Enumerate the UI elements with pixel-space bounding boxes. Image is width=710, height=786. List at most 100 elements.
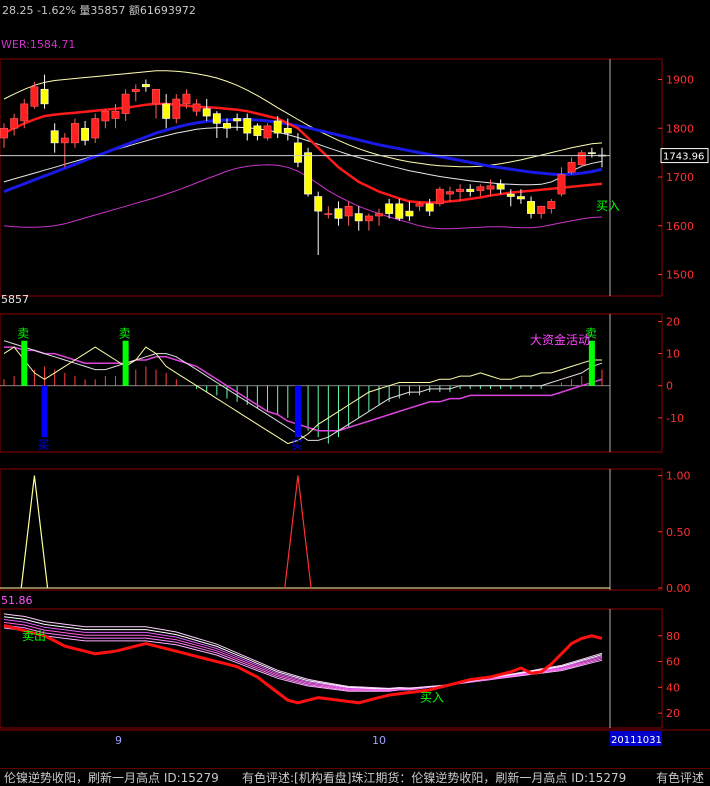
candle-body	[385, 203, 394, 214]
sell-signal-bar	[122, 340, 129, 386]
candle-body	[162, 103, 171, 119]
candle-body	[283, 127, 292, 134]
current-price-value: 1743.96	[663, 152, 704, 163]
candle-body	[344, 205, 353, 217]
time-axis-label: 10	[372, 734, 386, 747]
candle-body	[131, 88, 140, 92]
candle-body	[212, 113, 221, 124]
axis-tick-label: 1600	[666, 220, 694, 233]
candle-body	[476, 186, 485, 191]
buy-signal-label: 买	[291, 438, 303, 452]
candle-body	[537, 205, 546, 214]
signal-spike-yellow	[20, 475, 49, 589]
sell-signal-label: 卖	[17, 327, 29, 341]
buy-signal-label: 买	[38, 438, 50, 452]
candle-body	[364, 215, 373, 222]
candle-body	[304, 152, 313, 195]
news-ticker[interactable]: 伦镍逆势收阳，刷新一月高点 ID:15279 有色评述:[机构看盘]珠江期货：伦…	[0, 768, 710, 786]
axis-tick-label: 1900	[666, 74, 694, 87]
candle-body	[466, 188, 475, 192]
macd-magenta-line	[4, 346, 603, 432]
sell-out-label: 卖出	[22, 629, 46, 643]
buy-in-label: 买入	[420, 691, 444, 705]
axis-tick-label: 1700	[666, 171, 694, 184]
candle-body	[456, 188, 465, 192]
candle-body	[20, 103, 29, 122]
time-axis-band	[0, 730, 710, 748]
big-fund-label: 大资金活动	[530, 332, 590, 347]
buy-signal-bar	[294, 385, 301, 438]
candle-body	[547, 201, 556, 209]
candle-body	[334, 208, 343, 219]
candle-body	[182, 93, 191, 105]
candle-body	[30, 86, 39, 107]
candle-body	[233, 118, 242, 122]
candle-body	[395, 203, 404, 219]
candle-body	[405, 210, 414, 217]
sell-signal-label: 卖	[119, 327, 131, 341]
candle-body	[243, 118, 252, 134]
macd-label: 5857	[1, 293, 29, 306]
axis-tick-label: 1.00	[666, 470, 691, 483]
axis-tick-label: 20	[666, 707, 680, 720]
price-indicator-label: WER:1584.71	[1, 38, 75, 51]
candle-body	[121, 93, 130, 114]
axis-tick-label: 1500	[666, 269, 694, 282]
axis-tick-label: 60	[666, 656, 680, 669]
axis-tick-label: 80	[666, 630, 680, 643]
candle-body	[446, 191, 454, 195]
candle-body	[172, 98, 181, 119]
candle-body	[354, 213, 363, 222]
candle-body	[253, 125, 262, 136]
pane-frame	[0, 468, 663, 591]
candle-body	[40, 88, 49, 105]
candle-body	[50, 130, 59, 144]
candle-body	[577, 152, 586, 166]
candle-body	[152, 88, 160, 105]
candle-body	[425, 203, 434, 212]
candle-body	[324, 213, 333, 215]
buy-signal-bar	[41, 385, 48, 438]
candle-body	[273, 120, 282, 134]
time-axis-label: 9	[115, 734, 122, 747]
axis-tick-label: -10	[666, 412, 684, 425]
ticker-text-1: 伦镍逆势收阳，刷新一月高点 ID:15279	[4, 771, 219, 785]
axis-tick-label: 0	[666, 380, 673, 393]
ticker-text-3: 有色评述	[656, 771, 705, 785]
axis-tick-label: 40	[666, 681, 680, 694]
oscillator-main-line	[3, 624, 603, 705]
candle-body	[527, 201, 535, 214]
oscillator-label: 51.86	[1, 594, 33, 607]
axis-tick-label: 1800	[666, 122, 694, 135]
candle-body	[141, 84, 150, 88]
ticker-text-2: 有色评述:[机构看盘]珠江期货：伦镍逆势收阳，刷新一月高点 ID:15279	[242, 771, 627, 785]
candle-body	[435, 188, 444, 205]
candle-body	[516, 196, 525, 200]
axis-tick-label: 20	[666, 315, 680, 328]
candle-body	[223, 123, 231, 129]
candle-body	[202, 108, 211, 117]
candle-body	[0, 127, 8, 139]
candle-body	[557, 174, 566, 195]
candle-body	[71, 123, 79, 144]
candle-body	[91, 118, 100, 139]
candle-body	[111, 110, 120, 119]
candle-body	[314, 196, 323, 212]
candle-body	[192, 103, 201, 112]
candle-body	[496, 184, 505, 190]
candle-body	[10, 118, 19, 129]
sell-signal-bar	[588, 340, 595, 386]
chart-canvas: WER:1584.71 5857 51.86 买入 卖卖卖买 买大资金活动 卖出买…	[0, 38, 710, 748]
candle-body	[567, 162, 576, 173]
candle-body	[375, 213, 383, 217]
candle-body	[506, 193, 515, 197]
quote-text: 28.25 -1.62% 量35857 额61693972	[2, 4, 196, 17]
candle-body	[486, 185, 495, 190]
sell-signal-bar	[21, 340, 28, 386]
candle-body	[293, 142, 302, 163]
quote-header: 28.25 -1.62% 量35857 额61693972	[0, 0, 710, 18]
signal-spike-red	[284, 475, 312, 589]
axis-tick-label: 0.00	[666, 582, 691, 595]
candle-body	[415, 203, 424, 207]
axis-tick-label: 10	[666, 348, 680, 361]
